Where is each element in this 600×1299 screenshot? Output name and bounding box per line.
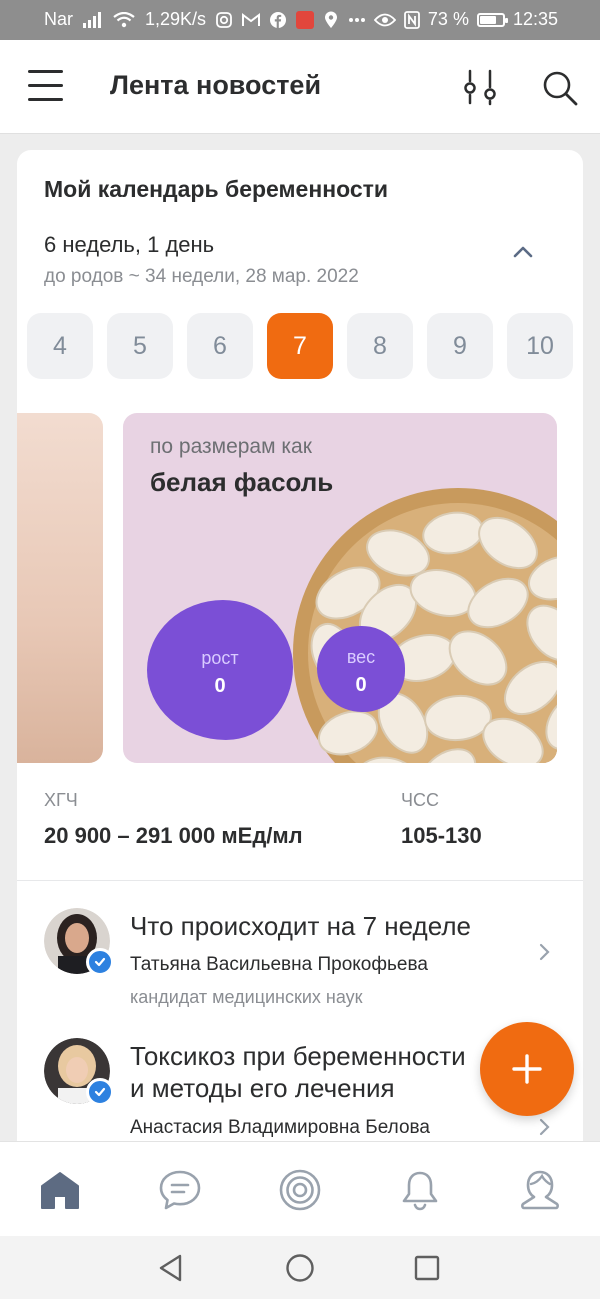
weight-value: 0 bbox=[355, 674, 367, 696]
profile-icon[interactable] bbox=[518, 1168, 562, 1212]
recents-icon[interactable] bbox=[412, 1253, 442, 1283]
nfc-icon bbox=[404, 10, 420, 30]
article-title: Что происходит на 7 неделе bbox=[130, 911, 471, 941]
target-icon[interactable] bbox=[278, 1168, 322, 1212]
carrier-name: Nar bbox=[44, 9, 74, 29]
app-notification-icon bbox=[296, 10, 315, 29]
weight-badge: вес 0 bbox=[317, 626, 405, 712]
week-pill[interactable]: 10 bbox=[507, 313, 573, 379]
location-icon bbox=[324, 10, 338, 30]
messages-icon[interactable] bbox=[158, 1168, 202, 1212]
height-label: рост bbox=[201, 648, 239, 668]
plus-icon bbox=[512, 1054, 542, 1084]
facebook-icon bbox=[270, 10, 287, 30]
hcg-metric: ХГЧ 20 900 – 291 000 мЕд/мл bbox=[44, 790, 303, 849]
verified-icon bbox=[86, 948, 114, 976]
notifications-icon[interactable] bbox=[398, 1168, 442, 1212]
size-comparison-slide[interactable]: по размерам как белая фасоль рост 0 вес … bbox=[123, 413, 557, 763]
height-badge: рост 0 bbox=[147, 600, 293, 740]
size-object-name: белая фасоль bbox=[150, 467, 334, 497]
search-icon[interactable] bbox=[540, 68, 580, 108]
home-icon[interactable] bbox=[38, 1168, 82, 1212]
week-pill[interactable]: 4 bbox=[27, 313, 93, 379]
more-notifications-icon bbox=[348, 10, 366, 30]
hcg-label: ХГЧ bbox=[44, 790, 78, 810]
page-title: Лента новостей bbox=[110, 70, 322, 100]
clock: 12:35 bbox=[512, 9, 558, 29]
bottom-tab-bar bbox=[0, 1141, 600, 1237]
week-pill[interactable]: 6 bbox=[187, 313, 253, 379]
current-term: 6 недель, 1 день bbox=[44, 232, 215, 257]
heart-rate-label: ЧСС bbox=[401, 790, 439, 810]
battery-icon bbox=[476, 12, 508, 27]
pregnancy-calendar-card: Мой календарь беременности 6 недель, 1 д… bbox=[17, 150, 583, 1160]
hcg-value: 20 900 – 291 000 мЕд/мл bbox=[44, 823, 303, 848]
due-date-text: до родов ~ 34 недели, 28 мар. 2022 bbox=[44, 266, 359, 287]
heart-rate-value: 105-130 bbox=[401, 823, 482, 848]
divider bbox=[17, 880, 583, 881]
status-bar: Nar 1,29K/s 73 % 12:35 bbox=[0, 0, 600, 40]
signal-icon bbox=[83, 10, 103, 30]
heart-rate-metric: ЧСС 105-130 bbox=[401, 790, 482, 849]
white-beans-bowl-image bbox=[293, 488, 557, 763]
chevron-right-icon bbox=[538, 942, 552, 962]
system-nav-bar bbox=[0, 1236, 600, 1299]
network-speed: 1,29K/s bbox=[145, 9, 207, 29]
add-post-button[interactable] bbox=[480, 1022, 574, 1116]
calendar-title: Мой календарь беременности bbox=[44, 176, 389, 202]
article-author-role: кандидат медицинских наук bbox=[130, 987, 363, 1007]
menu-icon[interactable] bbox=[28, 70, 64, 102]
previous-slide-image[interactable] bbox=[17, 413, 103, 763]
collapse-chevron-icon[interactable] bbox=[511, 244, 535, 260]
height-value: 0 bbox=[214, 675, 226, 697]
back-icon[interactable] bbox=[156, 1253, 186, 1283]
article-author: Анастасия Владимировна Белова bbox=[130, 1117, 430, 1138]
week-pill[interactable]: 5 bbox=[107, 313, 173, 379]
app-header: Лента новостей bbox=[0, 40, 600, 134]
filter-icon[interactable] bbox=[460, 68, 500, 108]
week-pill[interactable]: 8 bbox=[347, 313, 413, 379]
verified-icon bbox=[86, 1078, 114, 1106]
article-author: Татьяна Васильевна Прокофьева bbox=[130, 954, 428, 975]
article-item[interactable]: Что происходит на 7 неделе Татьяна Васил… bbox=[44, 908, 564, 1008]
eye-comfort-icon bbox=[373, 10, 396, 30]
home-circle-icon[interactable] bbox=[285, 1253, 315, 1283]
weight-label: вес bbox=[346, 647, 376, 667]
wifi-icon bbox=[113, 10, 135, 30]
gmail-icon bbox=[242, 10, 261, 30]
chevron-right-icon bbox=[538, 1117, 552, 1137]
size-hint: по размерам как bbox=[150, 435, 312, 458]
week-pill-selected[interactable]: 7 bbox=[267, 313, 333, 379]
instagram-icon bbox=[216, 10, 232, 30]
week-selector: 4 5 6 7 8 9 10 bbox=[27, 313, 583, 379]
battery-percent: 73 % bbox=[427, 9, 469, 29]
week-pill[interactable]: 9 bbox=[427, 313, 493, 379]
